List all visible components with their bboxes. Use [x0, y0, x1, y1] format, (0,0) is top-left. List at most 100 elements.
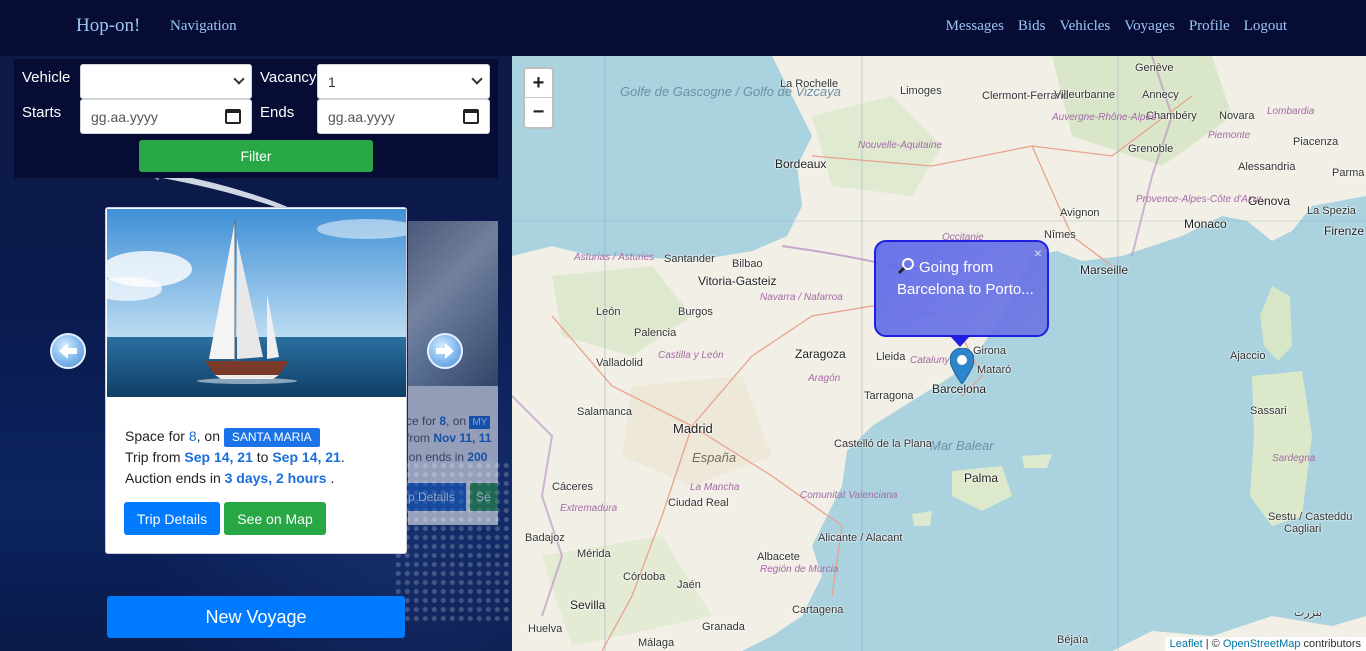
map-label-madrid: Madrid: [673, 421, 713, 436]
next-card-trip: from Nov 11, 11: [408, 431, 492, 445]
map-label-merida: Mérida: [577, 548, 611, 560]
map-label-vitoria: Vitoria-Gasteiz: [698, 274, 777, 288]
map-label-bejaia: Béjaïa: [1057, 634, 1089, 646]
map-label-alicante: Alicante / Alacant: [818, 532, 903, 544]
map-label-cartagena: Cartagena: [792, 604, 844, 616]
card-details: Space for 8, on SANTA MARIA Trip from Se…: [125, 426, 345, 489]
carousel-prev-button[interactable]: [50, 333, 86, 369]
zoom-control: + −: [523, 67, 554, 129]
map-view[interactable]: Golfe de Gascogne / Golfo de Vizcaya Mar…: [512, 56, 1366, 651]
map-label-alessandria: Alessandria: [1238, 161, 1296, 173]
filter-button[interactable]: Filter: [139, 140, 373, 172]
map-label-castilla-leon: Castilla y León: [658, 350, 724, 361]
map-label-navarra: Navarra / Nafarroa: [760, 292, 843, 303]
leaflet-link[interactable]: Leaflet: [1170, 638, 1203, 650]
map-label-nimes: Nîmes: [1044, 229, 1076, 241]
calendar-icon[interactable]: [463, 109, 479, 124]
map-label-mataro: Mataró: [977, 364, 1012, 376]
map-label-marseille: Marseille: [1080, 263, 1129, 277]
starts-date-input[interactable]: gg.aa.yyyy: [80, 99, 252, 134]
osm-link[interactable]: OpenStreetMap: [1223, 638, 1301, 650]
nav-profile[interactable]: Profile: [1189, 18, 1230, 35]
nav-links: Messages Bids Vehicles Voyages Profile L…: [946, 18, 1287, 35]
next-card-space: ce for 8, on MY: [408, 414, 491, 429]
map-label-ajaccio: Ajaccio: [1230, 350, 1266, 362]
card-trip-line: Trip from Sep 14, 21 to Sep 14, 21.: [125, 449, 345, 465]
nav-logout[interactable]: Logout: [1244, 18, 1287, 35]
map-popup[interactable]: × Going from Barcelona to Porto...: [874, 240, 1049, 347]
new-voyage-button[interactable]: New Voyage: [107, 596, 405, 638]
map-label-cagliari: Cagliari: [1284, 523, 1322, 535]
map-label-aragon: Aragón: [808, 373, 841, 384]
map-label-bilbao: Bilbao: [732, 258, 763, 270]
starts-label: Starts: [22, 104, 62, 121]
next-card-details-button[interactable]: p Details: [408, 483, 466, 511]
carousel-next-button[interactable]: [427, 333, 463, 369]
card-space-line: Space for 8, on SANTA MARIA: [125, 426, 345, 447]
map-pin-icon[interactable]: [950, 348, 974, 384]
popup-text: Going from Barcelona to Porto...: [897, 259, 1034, 298]
brand-logo[interactable]: Hop-on!: [76, 15, 140, 37]
map-label-balear: Mar Balear: [930, 438, 994, 453]
space-count: 8: [188, 428, 197, 444]
nav-messages[interactable]: Messages: [946, 18, 1004, 35]
map-label-auvergne: Auvergne-Rhône-Alpes: [1052, 112, 1156, 123]
vacancy-select-value: 1: [328, 73, 336, 90]
map-attribution: Leaflet | © OpenStreetMap contributors: [1164, 637, 1366, 651]
next-card-map-button[interactable]: Se: [470, 483, 498, 511]
map-label-caceres: Cáceres: [552, 481, 593, 493]
trip-end-date: Sep 14, 21: [272, 449, 341, 465]
map-label-villeurbanne: Villeurbanne: [1054, 89, 1115, 101]
trip-details-button[interactable]: Trip Details: [124, 502, 220, 535]
map-label-barcelona: Barcelona: [932, 382, 987, 396]
nav-voyages[interactable]: Voyages: [1124, 18, 1175, 35]
vacancy-select[interactable]: 1: [317, 64, 490, 99]
map-label-parma: Parma: [1332, 167, 1365, 179]
map-label-nouvelle: Nouvelle-Aquitaine: [858, 140, 942, 151]
map-label-monaco: Monaco: [1184, 217, 1227, 231]
map-label-badajoz: Badajoz: [525, 532, 565, 544]
map-label-piacenza: Piacenza: [1293, 136, 1339, 148]
magnifier-icon: [897, 258, 914, 275]
map-label-extremadura: Extremadura: [560, 503, 618, 514]
map-label-lombardia: Lombardia: [1267, 106, 1315, 117]
map-label-murcia: Región de Murcia: [760, 564, 839, 575]
map-label-tarragona: Tarragona: [864, 390, 914, 402]
vacancy-label: Vacancy: [260, 69, 317, 86]
map-label-provence: Provence-Alpes-Côte d'Azur: [1136, 194, 1262, 205]
nav-bids[interactable]: Bids: [1018, 18, 1046, 35]
map-label-sardegna: Sardegna: [1272, 453, 1316, 464]
arrow-right-icon: [436, 343, 454, 359]
map-label-valladolid: Valladolid: [596, 357, 643, 369]
zoom-out-button[interactable]: −: [525, 98, 552, 127]
nav-vehicles[interactable]: Vehicles: [1059, 18, 1110, 35]
arrow-left-icon: [59, 343, 77, 359]
map-label-sevilla: Sevilla: [570, 598, 606, 612]
chevron-down-icon: [233, 73, 245, 85]
map-label-annecy: Annecy: [1142, 89, 1179, 101]
map-label-piemonte: Piemonte: [1208, 130, 1251, 141]
map-label-cordoba: Córdoba: [623, 571, 666, 583]
ends-date-input[interactable]: gg.aa.yyyy: [317, 99, 490, 134]
map-label-geneve: Genève: [1135, 62, 1174, 74]
card-auction-line: Auction ends in 3 days, 2 hours .: [125, 470, 335, 486]
map-label-limoges: Limoges: [900, 85, 942, 97]
map-label-bordeaux: Bordeaux: [775, 157, 827, 171]
zoom-in-button[interactable]: +: [525, 69, 552, 98]
map-label-asturias: Asturias / Asturies: [574, 252, 654, 263]
next-card-auction: ion ends in 200: [408, 450, 488, 464]
map-label-bizerte: بنزرت: [1294, 607, 1323, 619]
ends-date-placeholder: gg.aa.yyyy: [328, 108, 395, 125]
map-label-castellon: Castelló de la Plana: [834, 438, 932, 450]
calendar-icon[interactable]: [225, 109, 241, 124]
map-label-comunitat: Comunitat Valenciana: [800, 490, 898, 501]
map-label-zaragoza: Zaragoza: [795, 347, 846, 361]
carousel-next-card[interactable]: ce for 8, on MY from Nov 11, 11 ion ends…: [408, 221, 498, 525]
trip-start-date: Sep 14, 21: [184, 449, 253, 465]
navigation-toggle[interactable]: Navigation: [170, 18, 237, 35]
vehicle-select[interactable]: [80, 64, 252, 99]
see-on-map-button[interactable]: See on Map: [224, 502, 326, 535]
map-label-clermont: Clermont-Ferrand: [982, 90, 1069, 102]
auction-time: 3 days, 2 hours: [224, 470, 327, 486]
chevron-down-icon: [471, 73, 483, 85]
